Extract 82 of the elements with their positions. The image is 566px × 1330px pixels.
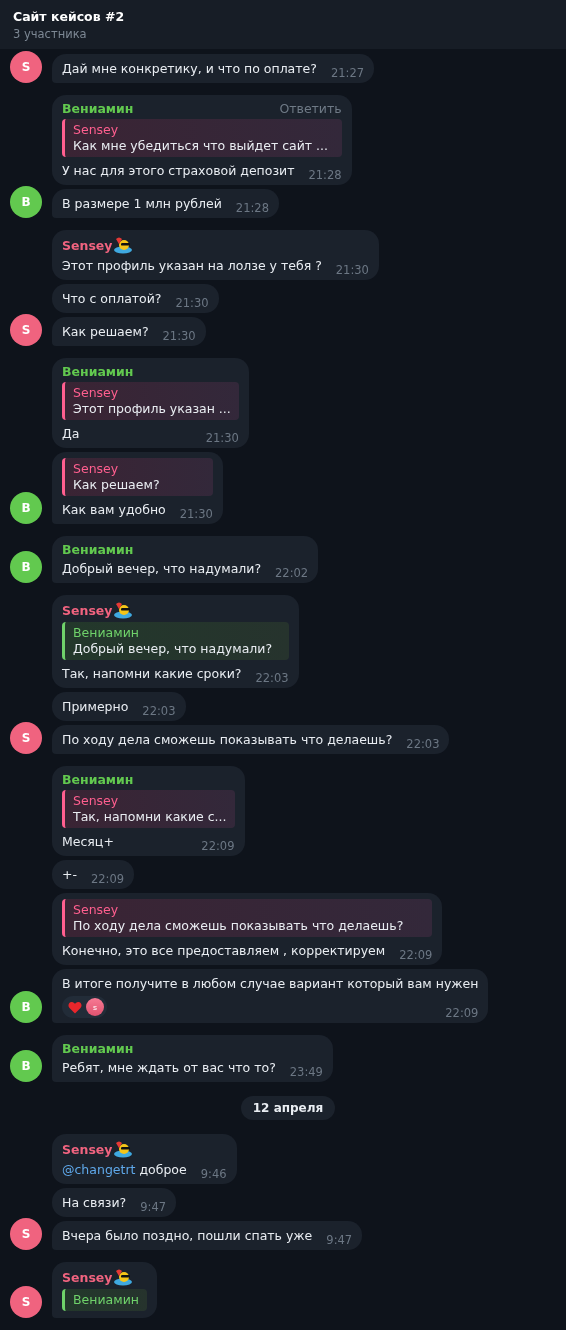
message-time: 22:03 bbox=[142, 704, 176, 718]
user-avatar[interactable]: S bbox=[10, 1218, 42, 1250]
reply-quote[interactable]: Вениамин bbox=[62, 1289, 147, 1311]
message-text: В итоге получите в любом случае вариант который вам нужен bbox=[62, 975, 479, 993]
quoted-sender: Sensey bbox=[73, 461, 120, 476]
reactor-avatar: s bbox=[86, 998, 104, 1016]
message-time: 21:27 bbox=[330, 66, 365, 80]
message-text: Месяц+ bbox=[62, 833, 114, 851]
reply-quote[interactable]: Sensey Этот профиль указан ... bbox=[62, 382, 239, 420]
quoted-text: Добрый вечер, что надумали? bbox=[73, 641, 274, 656]
message-text: Вчера было поздно, пошли спать уже bbox=[62, 1227, 313, 1245]
message-text: По ходу дела сможешь показывать что делаешь? bbox=[62, 731, 393, 749]
message-text: Да bbox=[62, 425, 80, 443]
quoted-sender: Sensey bbox=[73, 385, 120, 400]
sender-name[interactable]: Вениамин bbox=[62, 1041, 134, 1056]
message-time: 22:09 bbox=[201, 839, 235, 853]
date-separator: 12 апреля bbox=[240, 1096, 336, 1120]
message-time: 21:30 bbox=[179, 507, 213, 521]
message-text: У нас для этого страховой депозит bbox=[62, 162, 295, 180]
message-time: 22:03 bbox=[406, 737, 440, 751]
reply-quote[interactable]: Sensey Как решаем? bbox=[62, 458, 213, 496]
message-text: Так, напомни какие сроки? bbox=[62, 665, 242, 683]
message-text: @changetrt доброе bbox=[62, 1161, 187, 1179]
reaction-chip[interactable]: s bbox=[62, 996, 107, 1018]
quoted-text: По ходу дела сможешь показывать что делаешь? bbox=[73, 918, 405, 933]
message-time: 21:30 bbox=[205, 431, 239, 445]
message-text: +- bbox=[62, 866, 77, 884]
message-time: 22:03 bbox=[255, 671, 289, 685]
message-time: 21:30 bbox=[162, 329, 196, 343]
sender-name[interactable]: Вениамин bbox=[62, 772, 134, 787]
message-time: 22:09 bbox=[399, 948, 433, 962]
message-time: 21:28 bbox=[235, 201, 269, 215]
message-text: Этот профиль указан на лолзе у тебя ? bbox=[62, 257, 322, 275]
quoted-sender: Вениамин bbox=[73, 1292, 139, 1307]
quoted-text: Так, напомни какие с... bbox=[73, 809, 227, 824]
quoted-text: Как решаем? bbox=[73, 477, 161, 492]
quoted-text: Как мне убедиться что выйдет сайт ... bbox=[73, 138, 329, 153]
sender-name[interactable]: Вениамин bbox=[62, 542, 134, 557]
message-text: Что с оплатой? bbox=[62, 290, 162, 308]
message-time: 21:30 bbox=[175, 296, 209, 310]
user-avatar[interactable]: S bbox=[10, 1286, 42, 1318]
user-avatar[interactable]: S bbox=[10, 314, 42, 346]
message-text: В размере 1 млн рублей bbox=[62, 195, 222, 213]
message-time: 22:09 bbox=[445, 1006, 479, 1020]
quoted-sender: Sensey bbox=[73, 793, 120, 808]
quoted-text: Этот профиль указан ... bbox=[73, 401, 231, 416]
reply-quote[interactable]: Sensey Как мне убедиться что выйдет сайт ... bbox=[62, 119, 342, 157]
message-time: 9:46 bbox=[200, 1167, 227, 1181]
sender-name[interactable]: Sensey bbox=[62, 602, 113, 618]
message-text: Ребят, мне ждать от вас что то? bbox=[62, 1059, 276, 1077]
message-time: 9:47 bbox=[140, 1200, 167, 1214]
sender-name[interactable]: Sensey bbox=[62, 1141, 113, 1157]
message-text: Как вам удобно bbox=[62, 501, 166, 519]
message-time: 22:09 bbox=[91, 872, 125, 886]
reply-quote[interactable]: Sensey По ходу дела сможешь показывать что делаешь? bbox=[62, 899, 433, 937]
chat-title: Сайт кейсов #2 bbox=[13, 9, 126, 24]
sender-name[interactable]: Вениамин bbox=[62, 364, 134, 379]
sender-name[interactable]: Sensey bbox=[62, 1269, 113, 1285]
reply-quote[interactable]: Sensey Так, напомни какие с... bbox=[62, 790, 235, 828]
message-time: 21:28 bbox=[308, 168, 342, 182]
message-text: Дай мне конкретику, и что по оплате? bbox=[62, 60, 317, 78]
sender-name[interactable]: Sensey bbox=[62, 237, 113, 253]
reply-link[interactable]: Ответить bbox=[279, 101, 342, 116]
message-text: Как решаем? bbox=[62, 323, 149, 341]
heart-icon bbox=[68, 1000, 82, 1014]
sender-name[interactable]: Вениамин bbox=[62, 101, 134, 116]
reply-quote[interactable]: Вениамин Добрый вечер, что надумали? bbox=[62, 622, 289, 660]
quoted-sender: Sensey bbox=[73, 122, 120, 137]
quoted-sender: Sensey bbox=[73, 902, 120, 917]
message-time: 9:47 bbox=[326, 1233, 353, 1247]
quoted-sender: Вениамин bbox=[73, 625, 140, 640]
message-text: Конечно, это все предоставляем , корректируем bbox=[62, 942, 386, 960]
message-time: 21:30 bbox=[335, 263, 369, 277]
message-time: 22:02 bbox=[275, 566, 309, 580]
member-count: 3 участника bbox=[13, 27, 88, 41]
message-text: Примерно bbox=[62, 698, 129, 716]
user-avatar[interactable]: S bbox=[10, 722, 42, 754]
user-avatar[interactable]: S bbox=[10, 51, 42, 83]
message-time: 23:49 bbox=[289, 1065, 323, 1079]
message-text: На связи? bbox=[62, 1194, 127, 1212]
mention-link[interactable]: @changetrt bbox=[62, 1162, 136, 1177]
message-text: Добрый вечер, что надумали? bbox=[62, 560, 262, 578]
